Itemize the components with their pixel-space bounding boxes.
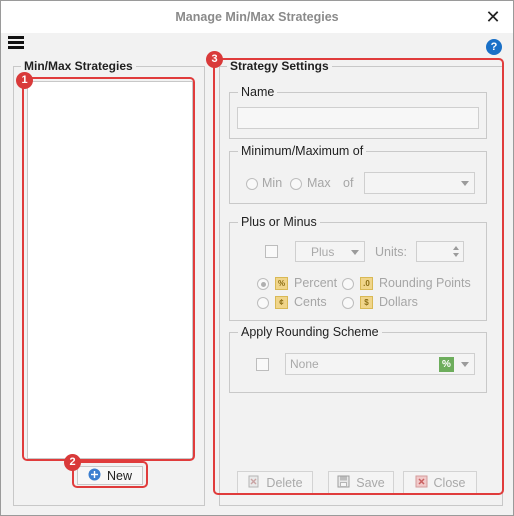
strategies-group-title: Min/Max Strategies bbox=[24, 59, 133, 73]
close-icon[interactable]: ✕ bbox=[483, 7, 503, 27]
annotation-badge-1: 1 bbox=[16, 72, 33, 89]
help-icon[interactable]: ? bbox=[486, 39, 502, 55]
annotation-badge-2: 2 bbox=[64, 454, 81, 471]
manage-strategies-window: Manage Min/Max Strategies ✕ ? Min/Max St… bbox=[0, 0, 514, 516]
annotation-highlight-3 bbox=[213, 58, 504, 495]
annotation-highlight-2 bbox=[72, 461, 148, 488]
title-bar: Manage Min/Max Strategies ✕ bbox=[1, 1, 513, 33]
window-title: Manage Min/Max Strategies bbox=[175, 10, 339, 24]
annotation-badge-3: 3 bbox=[206, 51, 223, 68]
hamburger-menu-icon[interactable] bbox=[8, 36, 24, 49]
annotation-highlight-1 bbox=[22, 77, 195, 461]
